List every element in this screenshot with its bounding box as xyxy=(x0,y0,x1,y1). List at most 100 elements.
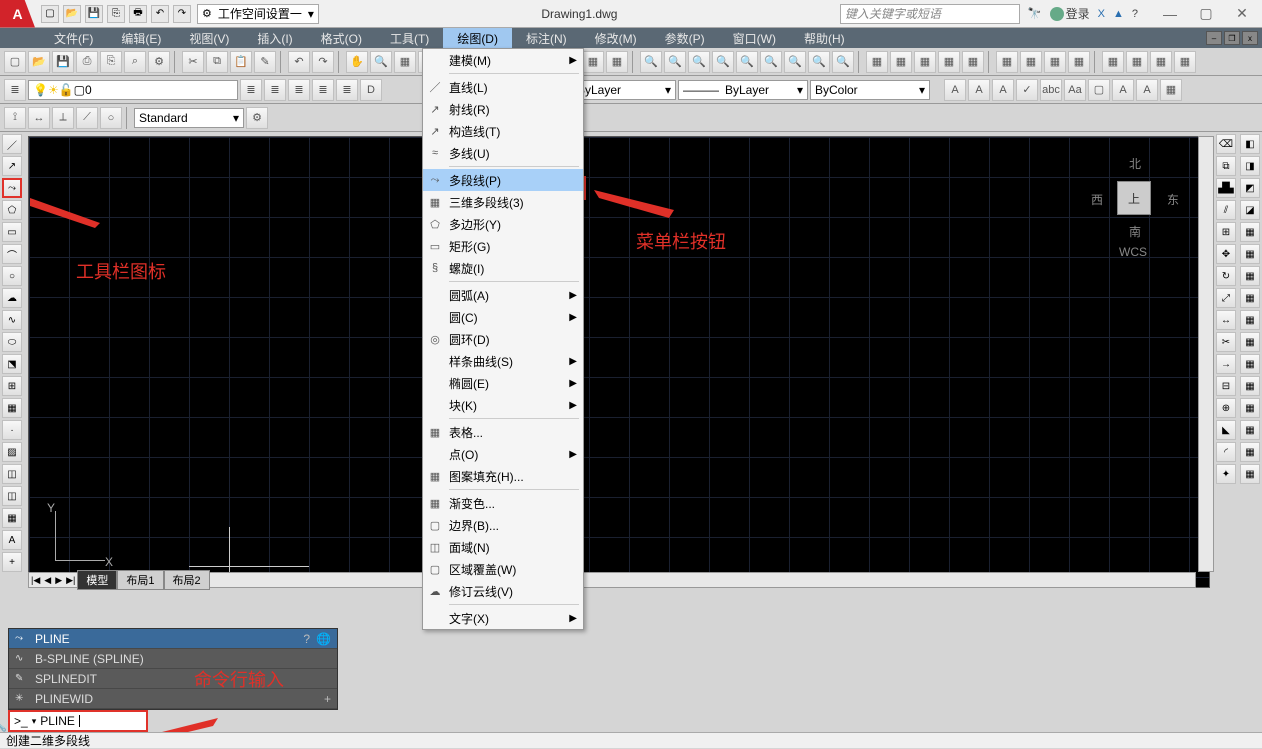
layer-btn[interactable]: ≣ xyxy=(312,79,334,101)
menu-parametric[interactable]: 参数(P) xyxy=(651,28,719,49)
ellipse-icon[interactable]: ⬭ xyxy=(2,332,22,352)
cmd-suggest-row[interactable]: ✎ SPLINEDIT xyxy=(9,669,337,689)
gradient-icon[interactable]: ◫ xyxy=(2,464,22,484)
text-btn[interactable]: ▢ xyxy=(1088,79,1110,101)
tb-btn[interactable]: ▦ xyxy=(890,51,912,73)
insert-icon[interactable]: ⊞ xyxy=(2,376,22,396)
chamfer-icon[interactable]: ◣ xyxy=(1216,420,1236,440)
plotstyle-selector[interactable]: ByColor ▾ xyxy=(810,80,930,100)
rectangle-icon[interactable]: ▭ xyxy=(2,222,22,242)
workspace-selector[interactable]: ⚙ 工作空间设置一 ▾ xyxy=(197,4,319,24)
mdi-close[interactable]: x xyxy=(1242,31,1258,45)
text-btn[interactable]: Aa xyxy=(1064,79,1086,101)
array-icon[interactable]: ⊞ xyxy=(1216,222,1236,242)
dd-item[interactable]: ▭矩形(G) xyxy=(423,235,583,257)
tb-btn[interactable]: ▦ xyxy=(1102,51,1124,73)
dd-item[interactable]: ⬠多边形(Y) xyxy=(423,213,583,235)
tab-nav-prev[interactable]: ◀ xyxy=(42,575,53,586)
mod-btn[interactable]: ▦ xyxy=(1240,376,1260,396)
tb-btn[interactable]: ▦ xyxy=(1020,51,1042,73)
mod-btn[interactable]: ▦ xyxy=(1240,354,1260,374)
dd-item[interactable]: ▢边界(B)... xyxy=(423,514,583,536)
tb-btn[interactable]: ▦ xyxy=(1068,51,1090,73)
text-btn[interactable]: ✓ xyxy=(1016,79,1038,101)
dd-item[interactable]: §螺旋(I) xyxy=(423,257,583,279)
dd-item[interactable]: ▦图案填充(H)... xyxy=(423,465,583,487)
draw-menu-dropdown[interactable]: 建模(M)▶／直线(L)↗射线(R)↗构造线(T)≈多线(U)⤳多段线(P)▦三… xyxy=(422,48,584,630)
viewcube[interactable]: 北 西 东 南 上 WCS xyxy=(1089,151,1179,261)
globe-icon[interactable]: 🌐 xyxy=(316,632,331,646)
text-btn[interactable]: A xyxy=(944,79,966,101)
mod-btn[interactable]: ◧ xyxy=(1240,134,1260,154)
mod-btn[interactable]: ◪ xyxy=(1240,200,1260,220)
mod-btn[interactable]: ▦ xyxy=(1240,222,1260,242)
menu-edit[interactable]: 编辑(E) xyxy=(107,28,175,49)
menu-tools[interactable]: 工具(T) xyxy=(376,28,443,49)
circle-icon[interactable]: ○ xyxy=(2,266,22,286)
tb-btn[interactable]: 🔍 xyxy=(760,51,782,73)
dd-item[interactable]: 文字(X)▶ xyxy=(423,607,583,629)
menu-view[interactable]: 视图(V) xyxy=(175,28,243,49)
dd-item[interactable]: ⤳多段线(P) xyxy=(423,169,583,191)
layer-btn[interactable]: ≣ xyxy=(336,79,358,101)
qat-saveas-icon[interactable]: ⎘ xyxy=(107,5,125,23)
mod-btn[interactable]: ▦ xyxy=(1240,244,1260,264)
mtext-icon[interactable]: A xyxy=(2,530,22,550)
tb-btn[interactable]: ▦ xyxy=(962,51,984,73)
qat-redo-icon[interactable]: ↷ xyxy=(173,5,191,23)
block-icon[interactable]: ▦ xyxy=(2,398,22,418)
tab-nav-last[interactable]: ▶| xyxy=(64,575,77,586)
qat-undo-icon[interactable]: ↶ xyxy=(151,5,169,23)
drawing-canvas[interactable]: X Y 北 西 东 南 上 WCS xyxy=(28,136,1210,588)
extend-icon[interactable]: → xyxy=(1216,354,1236,374)
point-icon[interactable]: · xyxy=(2,420,22,440)
tb-cut-icon[interactable]: ✂ xyxy=(182,51,204,73)
dim-btn[interactable]: ○ xyxy=(100,107,122,129)
cmd-suggest-row[interactable]: ∿ B-SPLINE (SPLINE) xyxy=(9,649,337,669)
mod-btn[interactable]: ▦ xyxy=(1240,310,1260,330)
arc-icon[interactable]: ⌒ xyxy=(2,244,22,264)
qat-new-icon[interactable]: ▢ xyxy=(41,5,59,23)
revcloud-icon[interactable]: ☁ xyxy=(2,288,22,308)
mod-btn[interactable]: ◨ xyxy=(1240,156,1260,176)
tb-btn[interactable]: ⎙ xyxy=(76,51,98,73)
tb-btn[interactable]: ⌕ xyxy=(124,51,146,73)
cmd-wrench-icon[interactable]: 🔧 xyxy=(0,716,7,733)
tb-btn[interactable]: ▦ xyxy=(866,51,888,73)
mod-btn[interactable]: ▦ xyxy=(1240,332,1260,352)
mod-btn[interactable]: ▦ xyxy=(1240,442,1260,462)
tb-redo-icon[interactable]: ↷ xyxy=(312,51,334,73)
dd-item[interactable]: ▢区域覆盖(W) xyxy=(423,558,583,580)
layer-btn[interactable]: ≣ xyxy=(240,79,262,101)
scale-icon[interactable]: ⤢ xyxy=(1216,288,1236,308)
polygon-icon[interactable]: ⬠ xyxy=(2,200,22,220)
tb-btn[interactable]: ▦ xyxy=(582,51,604,73)
tb-btn[interactable]: ▦ xyxy=(1150,51,1172,73)
layer-btn[interactable]: ≣ xyxy=(264,79,286,101)
exchange-a-icon[interactable]: ▲ xyxy=(1113,8,1124,20)
tb-open-icon[interactable]: 📂 xyxy=(28,51,50,73)
tb-btn[interactable]: 🔍 xyxy=(712,51,734,73)
dim-btn[interactable]: ⟋ xyxy=(76,107,98,129)
menu-help[interactable]: 帮助(H) xyxy=(790,28,859,49)
linetype-selector[interactable]: ——— ByLayer ▾ xyxy=(678,80,808,100)
layer-selector[interactable]: 💡 ☀ 🔓 ▢ 0 xyxy=(28,80,238,100)
tb-undo-icon[interactable]: ↶ xyxy=(288,51,310,73)
tb-btn[interactable]: ▦ xyxy=(914,51,936,73)
tb-btn[interactable]: 🔍 xyxy=(664,51,686,73)
tab-nav-next[interactable]: ▶ xyxy=(53,575,64,586)
move-icon[interactable]: ✥ xyxy=(1216,244,1236,264)
ellipsearc-icon[interactable]: ⬔ xyxy=(2,354,22,374)
tab-model[interactable]: 模型 xyxy=(77,570,117,590)
dim-btn[interactable]: ⟂ xyxy=(52,107,74,129)
line-icon[interactable]: ／ xyxy=(2,134,22,154)
exchange-x-icon[interactable]: X xyxy=(1098,8,1105,20)
dd-item[interactable]: ◫面域(N) xyxy=(423,536,583,558)
dd-item[interactable]: 椭圆(E)▶ xyxy=(423,372,583,394)
xline-icon[interactable]: ↗ xyxy=(2,156,22,176)
region-icon[interactable]: ◫ xyxy=(2,486,22,506)
tb-zoomwin-icon[interactable]: 🔍 xyxy=(640,51,662,73)
tab-nav-first[interactable]: |◀ xyxy=(29,575,42,586)
menu-modify[interactable]: 修改(M) xyxy=(581,28,651,49)
cmd-suggest-row[interactable]: ⤳ PLINE ? 🌐 xyxy=(9,629,337,649)
